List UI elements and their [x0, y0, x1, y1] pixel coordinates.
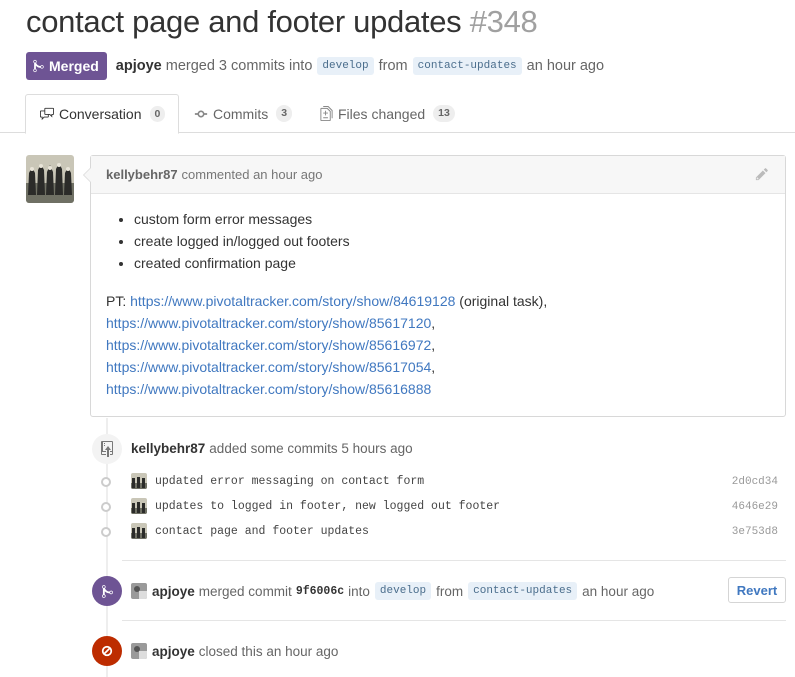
- timeline-divider: [122, 620, 786, 621]
- pt-link-4[interactable]: https://www.pivotaltracker.com/story/sho…: [106, 359, 431, 375]
- commit-message-link[interactable]: updated error messaging on contact form: [155, 475, 424, 488]
- tab-conversation-count: 0: [149, 105, 166, 123]
- merge-from-word: from: [436, 583, 464, 599]
- tab-files-label: Files changed: [338, 105, 426, 122]
- task-list: custom form error messages create logged…: [106, 208, 770, 274]
- merged-time: an hour ago: [526, 58, 605, 74]
- comment-discussion-icon: [40, 107, 54, 121]
- table-row: updated error messaging on contact form …: [98, 469, 788, 494]
- pencil-icon[interactable]: [755, 167, 769, 184]
- merge-event-text-label: merged commit: [198, 583, 292, 599]
- tab-commits-count: 3: [276, 105, 293, 122]
- diff-icon: [320, 106, 333, 121]
- comment-body: custom form error messages create logged…: [91, 194, 785, 400]
- merge-base-branch-ref[interactable]: develop: [374, 582, 432, 600]
- git-commit-icon: [101, 527, 111, 537]
- pt-link-1[interactable]: https://www.pivotaltracker.com/story/sho…: [130, 293, 455, 309]
- git-commit-icon: [101, 502, 111, 512]
- commits-event-text: kellybehr87 added some commits 5 hours a…: [131, 441, 413, 456]
- pr-title-text: contact page and footer updates: [26, 4, 462, 39]
- git-commit-icon: [194, 110, 208, 117]
- merge-commit-sha-link[interactable]: 9f6006c: [296, 585, 344, 598]
- repo-push-icon: [92, 434, 122, 464]
- list-item: create logged in/logged out footers: [134, 230, 770, 252]
- tab-conversation-label: Conversation: [59, 106, 142, 122]
- git-merge-icon: [92, 576, 122, 606]
- pr-title: contact page and footer updates #348: [26, 4, 538, 40]
- pt-links-paragraph: PT: https://www.pivotaltracker.com/story…: [106, 293, 548, 397]
- merge-event-author-link[interactable]: apjoye: [152, 584, 195, 599]
- tab-commits-label: Commits: [213, 105, 269, 122]
- avatar[interactable]: [131, 498, 147, 514]
- pt-link-2[interactable]: https://www.pivotaltracker.com/story/sho…: [106, 315, 431, 331]
- close-event-label: closed this an hour ago: [198, 643, 339, 659]
- pt-link-3[interactable]: https://www.pivotaltracker.com/story/sho…: [106, 337, 431, 353]
- table-row: contact page and footer updates 3e753d8: [98, 519, 788, 544]
- merge-into-word: into: [348, 583, 370, 599]
- commit-message-link[interactable]: contact page and footer updates: [155, 525, 369, 538]
- close-event-text: apjoye closed this an hour ago: [131, 643, 338, 659]
- commit-sha-link[interactable]: 4646e29: [732, 501, 778, 513]
- commit-message-link[interactable]: updates to logged in footer, new logged …: [155, 500, 500, 513]
- from-word: from: [378, 58, 408, 74]
- commit-sha-link[interactable]: 3e753d8: [732, 526, 778, 538]
- comment-header: kellybehr87 commented an hour ago: [91, 156, 785, 194]
- head-branch-ref[interactable]: contact-updates: [412, 57, 522, 75]
- tab-conversation[interactable]: Conversation 0: [25, 94, 180, 134]
- close-event-author-link[interactable]: apjoye: [152, 644, 195, 659]
- original-task-note: (original task),: [459, 293, 548, 309]
- table-row: updates to logged in footer, new logged …: [98, 494, 788, 519]
- timeline-divider: [122, 560, 786, 561]
- pr-number: #348: [469, 4, 538, 39]
- merged-state-badge: Merged: [26, 52, 107, 80]
- revert-button[interactable]: Revert: [728, 577, 786, 603]
- tab-files-changed[interactable]: Files changed 13: [320, 94, 455, 133]
- circle-slash-icon: [92, 636, 122, 666]
- merge-head-branch-ref[interactable]: contact-updates: [468, 582, 578, 600]
- pt-link-5[interactable]: https://www.pivotaltracker.com/story/sho…: [106, 381, 431, 397]
- merged-text: merged 3 commits into: [165, 58, 313, 74]
- commits-event-summary: added some commits 5 hours ago: [209, 441, 413, 456]
- commit-sha-link[interactable]: 2d0cd34: [732, 476, 778, 488]
- pr-meta: Merged apjoye merged 3 commits into deve…: [26, 52, 604, 80]
- merge-time: an hour ago: [582, 583, 655, 599]
- commits-event-author-link[interactable]: kellybehr87: [131, 441, 205, 456]
- avatar[interactable]: [26, 155, 74, 203]
- tab-commits[interactable]: Commits 3: [194, 94, 293, 133]
- avatar[interactable]: [131, 643, 147, 659]
- avatar[interactable]: [131, 523, 147, 539]
- comment-box: kellybehr87 commented an hour ago custom…: [83, 155, 786, 417]
- git-commit-icon: [101, 477, 111, 487]
- state-label: Merged: [49, 58, 99, 74]
- tab-files-count: 13: [433, 105, 455, 122]
- merge-event-text: apjoye merged commit 9f6006c into develo…: [131, 582, 654, 600]
- list-item: created confirmation page: [134, 252, 770, 274]
- comment-action: commented an hour ago: [181, 167, 323, 182]
- comment-author-link[interactable]: kellybehr87: [106, 167, 178, 182]
- avatar[interactable]: [131, 473, 147, 489]
- base-branch-ref[interactable]: develop: [317, 57, 374, 75]
- git-merge-icon: [33, 59, 44, 73]
- pr-author-link[interactable]: apjoye: [116, 58, 162, 74]
- pt-prefix: PT:: [106, 293, 127, 309]
- pr-tabs: Conversation 0 Commits 3 Files changed 1…: [0, 94, 795, 134]
- list-item: custom form error messages: [134, 208, 770, 230]
- avatar[interactable]: [131, 583, 147, 599]
